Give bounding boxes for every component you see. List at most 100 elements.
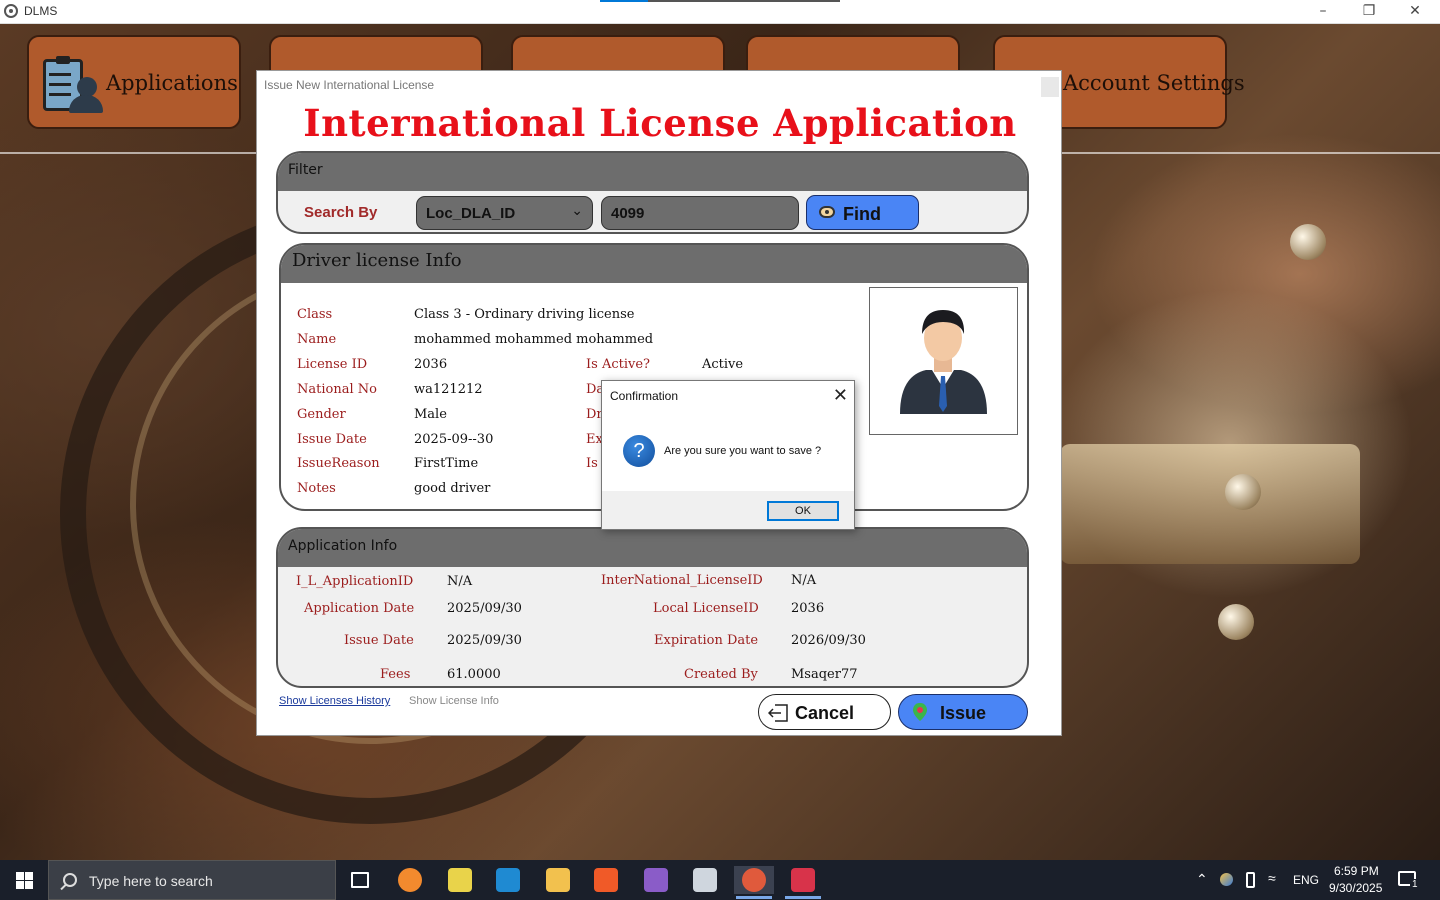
license-id-label: License ID: [297, 357, 368, 372]
window-titlebar: DLMS – ❐ ✕: [0, 0, 1440, 24]
taskbar-search-placeholder: Type here to search: [89, 873, 213, 889]
search-by-label: Search By: [304, 204, 378, 221]
app-logo-icon: [4, 4, 18, 18]
ok-button[interactable]: OK: [767, 501, 839, 521]
cancel-button[interactable]: Cancel: [758, 694, 891, 730]
task-view-icon[interactable]: [340, 866, 380, 894]
clock-date[interactable]: 9/30/2025: [1329, 881, 1382, 895]
show-licenses-history-link[interactable]: Show Licenses History: [279, 695, 390, 707]
confirmation-dialog: Confirmation ✕ ? Are you sure you want t…: [601, 380, 855, 530]
chevron-down-icon: ⌄: [571, 203, 583, 219]
search-input[interactable]: 4099: [601, 196, 799, 230]
find-button[interactable]: Find: [806, 195, 919, 230]
titlebar-accent: [600, 0, 840, 2]
wifi-icon[interactable]: ≈: [1268, 870, 1276, 886]
taskbar: Type here to search ⌃ ≈ ENG 6:59 PM 9/30…: [0, 860, 1440, 900]
clock-time[interactable]: 6:59 PM: [1334, 864, 1379, 878]
expiration-date-label: Expiration Date: [654, 633, 759, 648]
exit-icon: [768, 704, 788, 722]
created-by-label: Created By: [684, 667, 758, 682]
radio-knob-graphic: [1225, 474, 1261, 510]
gender-value: Male: [414, 407, 447, 422]
eye-icon: [819, 206, 835, 218]
issue-button[interactable]: Issue: [898, 694, 1028, 730]
question-icon: ?: [623, 435, 655, 467]
tray-app-icon[interactable]: [1220, 873, 1233, 886]
language-indicator[interactable]: ENG: [1293, 873, 1319, 887]
windows-logo-icon: [16, 872, 24, 880]
vscode-icon[interactable]: [488, 866, 528, 894]
photos-icon[interactable]: [685, 866, 725, 894]
sublime-icon[interactable]: [390, 866, 430, 894]
fees-value: 61.0000: [447, 667, 501, 682]
intl-license-id-value: N/A: [791, 573, 817, 588]
tray-chevron-up-icon[interactable]: ⌃: [1196, 871, 1208, 888]
map-pin-icon: [913, 703, 927, 721]
radio-knob-graphic: [1218, 604, 1254, 640]
notes-label: Notes: [297, 481, 336, 496]
taskbar-search[interactable]: Type here to search: [48, 860, 336, 900]
battery-icon[interactable]: [1246, 872, 1255, 888]
issue-date-label: Issue Date: [297, 432, 367, 447]
search-by-value: Loc_DLA_ID: [426, 205, 516, 222]
local-license-id-label: Local LicenseID: [653, 601, 759, 616]
issue-label: Issue: [940, 703, 987, 723]
notes-value: good driver: [414, 481, 491, 496]
issue-date-value: 2025/09/30: [447, 633, 522, 648]
nav-applications-button[interactable]: Applications: [27, 35, 241, 129]
cancel-label: Cancel: [795, 703, 855, 723]
local-license-id-value: 2036: [791, 601, 825, 616]
person-avatar-icon: [900, 310, 987, 414]
expiration-date-value: 2026/09/30: [791, 633, 866, 648]
dlms-app-icon[interactable]: [734, 866, 774, 899]
file-explorer-icon[interactable]: [538, 866, 578, 894]
il-application-id-label: I_L_ApplicationID: [296, 574, 414, 589]
issue-reason-value: FirstTime: [414, 456, 479, 471]
national-no-label: National No: [297, 382, 377, 397]
application-date-label: Application Date: [304, 601, 415, 616]
window-title: DLMS: [24, 4, 58, 18]
driver-photo: [869, 287, 1018, 435]
intl-license-id-label: InterNational_LicenseID: [601, 573, 763, 588]
filter-header: Filter: [278, 153, 1027, 191]
application-info-group: Application Info I_L_ApplicationID N/A A…: [276, 527, 1029, 688]
search-by-select[interactable]: Loc_DLA_ID ⌄: [416, 196, 593, 230]
minimize-button[interactable]: –: [1300, 0, 1346, 24]
find-label: Find: [843, 204, 881, 224]
radio-panel-graphic: [1060, 444, 1360, 564]
application-info-header: Application Info: [278, 529, 1027, 567]
issue-date-value: 2025-09--30: [414, 432, 494, 447]
driver-license-title: Driver license Info: [292, 250, 462, 271]
close-icon[interactable]: ✕: [833, 385, 848, 406]
dialog-message: Are you sure you want to save ?: [664, 445, 822, 457]
page-title: International License Application: [303, 101, 1017, 145]
issue-date-label: Issue Date: [344, 633, 414, 648]
dash-knob-graphic: [1290, 224, 1326, 260]
search-input-value: 4099: [611, 205, 645, 222]
filter-title: Filter: [288, 162, 323, 178]
name-value: mohammed mohammed mohammed: [414, 332, 654, 347]
il-application-id-value: N/A: [447, 574, 473, 589]
form-close-button[interactable]: [1041, 77, 1059, 97]
start-button[interactable]: [0, 860, 48, 900]
class-value: Class 3 - Ordinary driving license: [414, 307, 635, 322]
close-window-button[interactable]: ✕: [1392, 0, 1438, 24]
form-window-title: Issue New International License: [264, 78, 435, 92]
national-no-value: wa121212: [414, 382, 483, 397]
restore-button[interactable]: ❐: [1346, 0, 1392, 24]
nav-label: Account Settings: [1063, 71, 1245, 95]
class-label: Class: [297, 307, 333, 322]
brave-icon[interactable]: [586, 866, 626, 894]
search-icon: [63, 873, 77, 887]
name-label: Name: [297, 332, 337, 347]
issue-reason-label: IssueReason: [297, 456, 380, 471]
show-license-info-link[interactable]: Show License Info: [409, 695, 499, 707]
dialog-title: Confirmation: [610, 389, 679, 403]
application-date-value: 2025/09/30: [447, 601, 522, 616]
snipping-tool-icon[interactable]: [783, 866, 823, 899]
visual-studio-icon[interactable]: [636, 866, 676, 894]
notification-badge: 1: [1410, 879, 1420, 890]
sticky-notes-icon[interactable]: [440, 866, 480, 894]
created-by-value: Msaqer77: [791, 667, 858, 682]
fees-label: Fees: [380, 667, 411, 682]
